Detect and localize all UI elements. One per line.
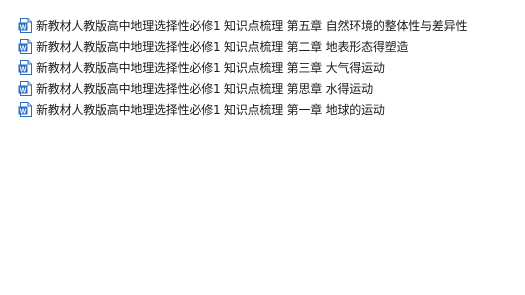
file-item[interactable]: W 新教材人教版高中地理选择性必修1 知识点梳理 第五章 自然环境的整体性与差异… (18, 15, 518, 36)
svg-text:W: W (20, 108, 27, 115)
file-name: 新教材人教版高中地理选择性必修1 知识点梳理 第思章 水得运动 (36, 81, 373, 96)
file-name: 新教材人教版高中地理选择性必修1 知识点梳理 第一章 地球的运动 (36, 102, 385, 117)
file-name: 新教材人教版高中地理选择性必修1 知识点梳理 第三章 大气得运动 (36, 60, 385, 75)
file-item[interactable]: W 新教材人教版高中地理选择性必修1 知识点梳理 第一章 地球的运动 (18, 99, 518, 120)
svg-text:W: W (20, 24, 27, 31)
file-item[interactable]: W 新教材人教版高中地理选择性必修1 知识点梳理 第二章 地表形态得塑造 (18, 36, 518, 57)
svg-text:W: W (20, 45, 27, 52)
word-doc-icon: W (18, 18, 33, 33)
word-doc-icon: W (18, 60, 33, 75)
svg-text:W: W (20, 87, 27, 94)
file-item[interactable]: W 新教材人教版高中地理选择性必修1 知识点梳理 第三章 大气得运动 (18, 57, 518, 78)
svg-text:W: W (20, 66, 27, 73)
file-item[interactable]: W 新教材人教版高中地理选择性必修1 知识点梳理 第思章 水得运动 (18, 78, 518, 99)
word-doc-icon: W (18, 102, 33, 117)
file-name: 新教材人教版高中地理选择性必修1 知识点梳理 第二章 地表形态得塑造 (36, 39, 409, 54)
word-doc-icon: W (18, 81, 33, 96)
file-name: 新教材人教版高中地理选择性必修1 知识点梳理 第五章 自然环境的整体性与差异性 (36, 18, 468, 33)
file-list: W 新教材人教版高中地理选择性必修1 知识点梳理 第五章 自然环境的整体性与差异… (18, 15, 518, 120)
word-doc-icon: W (18, 39, 33, 54)
